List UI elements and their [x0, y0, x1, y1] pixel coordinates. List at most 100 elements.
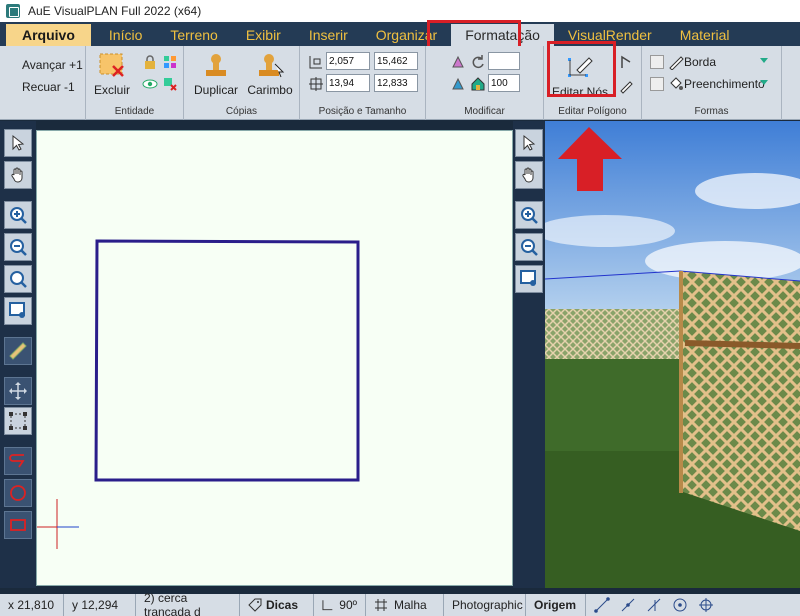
angle-icon[interactable] [618, 54, 634, 70]
snap-tools [586, 594, 722, 616]
dicas-button[interactable]: Dicas [240, 594, 314, 616]
scale-shape-icon[interactable] [450, 76, 466, 92]
origem-button[interactable]: Origem [526, 594, 586, 616]
zoom-window-icon [9, 302, 25, 318]
tab-inicio[interactable]: Início [95, 24, 156, 46]
tab-visualrender[interactable]: VisualRender [554, 24, 666, 46]
fence-polygon [94, 239, 360, 482]
3d-zoom-window-tool[interactable] [515, 265, 543, 293]
zoom-in-icon [521, 207, 538, 224]
malha-toggle[interactable]: Malha [366, 594, 444, 616]
plan-canvas[interactable] [36, 130, 513, 586]
size-icon [309, 77, 323, 91]
coord-x: x 21,810 [0, 594, 64, 616]
borda-checkbox[interactable] [650, 55, 664, 69]
coord-y: y 12,294 [64, 594, 136, 616]
posicao-group: Posição e Tamanho [300, 46, 426, 120]
modificar-group: Modificar [426, 46, 544, 120]
select-tool[interactable] [4, 129, 32, 157]
angle-toggle[interactable]: 90º [314, 594, 366, 616]
zoom-out-icon [10, 239, 27, 256]
position-x-icon [309, 56, 322, 69]
duplicar-button[interactable]: Duplicar [192, 50, 240, 97]
tab-arquivo[interactable]: Arquivo [6, 24, 91, 46]
delete-shape-icon [99, 53, 124, 77]
editar-nos-button[interactable]: Editar Nós [548, 52, 612, 99]
snap-midpoint-icon[interactable] [620, 597, 636, 613]
avancar-button[interactable]: Avançar +1 [22, 58, 83, 72]
border-pen-icon [669, 56, 684, 70]
preenchimento-checkbox[interactable] [650, 77, 664, 91]
tab-material[interactable]: Material [666, 24, 744, 46]
tab-terreno[interactable]: Terreno [156, 24, 231, 46]
3d-select-tool[interactable] [515, 129, 543, 157]
formas-label: Formas [694, 106, 729, 117]
pos-x-field[interactable] [326, 52, 370, 70]
move-icon [9, 382, 27, 400]
title-bar: AuE VisualPLAN Full 2022 (x64) [0, 0, 800, 22]
excluir-button[interactable]: Excluir [92, 50, 132, 97]
preenchimento-label[interactable]: Preenchimento [684, 77, 765, 91]
select-icon[interactable] [162, 76, 178, 92]
zoom-in-tool[interactable] [4, 201, 32, 229]
3d-zoom-out-tool[interactable] [515, 233, 543, 261]
carimbo-button[interactable]: Carimbo [246, 50, 294, 97]
copias-group: Duplicar Carimbo Cópias [184, 46, 300, 120]
rotation-field[interactable] [488, 52, 520, 70]
move-tool[interactable] [4, 377, 32, 405]
zoom-out-tool[interactable] [4, 233, 32, 261]
borda-label[interactable]: Borda [684, 55, 716, 69]
layers-icon[interactable] [162, 54, 178, 70]
malha-label: Malha [394, 598, 427, 612]
window-title: AuE VisualPLAN Full 2022 (x64) [28, 4, 202, 18]
3d-pan-tool[interactable] [515, 161, 543, 189]
duplicate-stamp-icon [206, 54, 226, 76]
editar-poligono-label: Editar Polígono [558, 106, 627, 117]
house-icon[interactable] [470, 76, 486, 92]
fill-bucket-icon [670, 77, 683, 90]
lock-icon[interactable] [142, 54, 158, 70]
selection-info: 2) cerca trançada d [136, 591, 240, 616]
eye-icon[interactable] [142, 76, 158, 92]
snap-intersection-icon[interactable] [646, 597, 662, 613]
recuar-button[interactable]: Recuar -1 [22, 80, 75, 94]
rotate-icon[interactable] [470, 54, 486, 70]
circle-icon [10, 485, 26, 501]
duplicar-label: Duplicar [193, 83, 238, 97]
tab-inserir[interactable]: Inserir [295, 24, 362, 46]
stamp-icon [259, 54, 285, 78]
rotate-shape-icon[interactable] [450, 54, 466, 70]
zoom-tool[interactable] [4, 265, 32, 293]
preenchimento-dropdown-icon[interactable] [760, 80, 768, 85]
dicas-label: Dicas [266, 598, 299, 612]
zoom-extents-tool[interactable] [4, 297, 32, 325]
tab-exibir[interactable]: Exibir [232, 24, 295, 46]
height-field[interactable] [374, 74, 418, 92]
pan-tool[interactable] [4, 161, 32, 189]
circle-tool[interactable] [4, 479, 32, 507]
rectangle-tool[interactable] [4, 511, 32, 539]
fence-side [680, 271, 800, 531]
pos-y-field[interactable] [374, 52, 418, 70]
snap-center-icon[interactable] [672, 597, 688, 613]
pen-icon[interactable] [618, 78, 634, 94]
entidade-label: Entidade [114, 106, 155, 117]
render-mode[interactable]: Photographic [444, 594, 526, 616]
snap-endpoint-icon[interactable] [594, 597, 610, 613]
tab-organizar[interactable]: Organizar [362, 24, 451, 46]
borda-dropdown-icon[interactable] [760, 58, 768, 63]
snap-quadrant-icon[interactable] [698, 597, 714, 613]
select-nodes-tool[interactable] [4, 407, 32, 435]
tab-formatacao[interactable]: Formatação [451, 24, 554, 46]
pointer-icon [523, 134, 536, 151]
posicao-label: Posição e Tamanho [318, 106, 407, 117]
modificar-label: Modificar [464, 106, 505, 117]
undo-group: Avançar +1 Recuar -1 [0, 46, 86, 120]
nodes-icon [9, 412, 27, 430]
carimbo-label: Carimbo [247, 83, 293, 97]
polyline-tool[interactable] [4, 447, 32, 475]
width-field[interactable] [326, 74, 370, 92]
3d-zoom-in-tool[interactable] [515, 201, 543, 229]
measure-tool[interactable] [4, 337, 32, 365]
scale-field[interactable] [488, 74, 520, 92]
